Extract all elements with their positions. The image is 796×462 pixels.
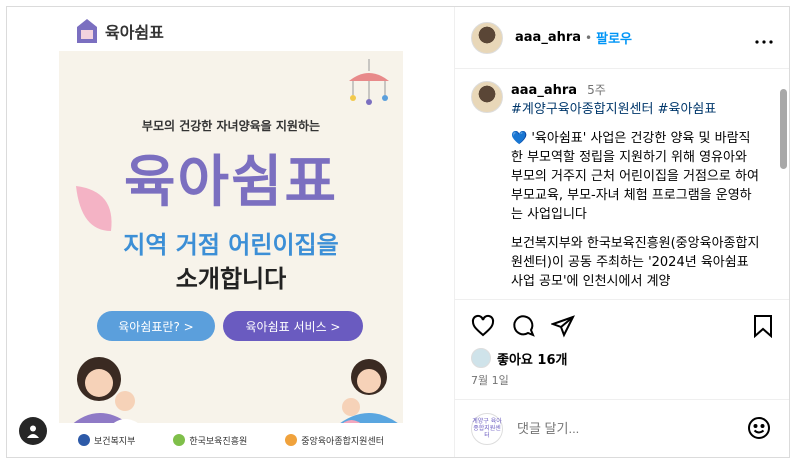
likes-summary[interactable]: 좋아요 16개 <box>471 348 567 368</box>
caption-username[interactable]: aaa_ahra <box>511 83 577 98</box>
caption-body: aaa_ahra 5주 #계양구육아종합지원센터 #육아쉼표 💙 '육아쉼표' … <box>511 81 761 291</box>
caption-hashtags[interactable]: #계양구육아종합지원센터 #육아쉼표 <box>511 100 761 119</box>
more-options-button[interactable] <box>755 29 773 48</box>
author-avatar[interactable] <box>471 21 503 54</box>
poster-headline: 지역 거점 어린이집을 <box>123 231 339 259</box>
brand-logo-icon <box>77 19 97 43</box>
liker-avatar <box>471 348 491 368</box>
more-icon <box>755 40 773 44</box>
poster-button-service: 육아쉼표 서비스 > <box>223 311 363 341</box>
comment-input[interactable] <box>517 421 717 436</box>
comments-area[interactable]: aaa_ahra 5주 #계양구육아종합지원센터 #육아쉼표 💙 '육아쉼표' … <box>455 69 789 299</box>
post-sidebar: aaa_ahra • 팔로우 aaa_ahra 5주 #계양구육아종합지원센터 … <box>454 7 789 457</box>
poster-footer: 보건복지부 한국보육진흥원 중앙육아종합지원센터 <box>59 423 403 457</box>
post-media[interactable]: 육아쉼표 부모의 건강한 자녀양육을 지원하는 육아쉼표 지역 거점 어린이집을… <box>7 7 454 457</box>
poster-headline-2: 소개합니다 <box>175 265 287 293</box>
tagged-user-button[interactable] <box>19 417 47 445</box>
caption-time[interactable]: 5주 <box>587 83 606 97</box>
comments-scrollbar[interactable] <box>780 89 787 169</box>
follow-button[interactable]: 팔로우 <box>596 28 632 47</box>
poster-title: 육아쉼표 <box>123 149 339 215</box>
media-brand: 육아쉼표 <box>75 17 164 45</box>
mobile-decoration-icon <box>349 59 389 105</box>
heart-icon[interactable] <box>471 314 495 338</box>
likes-count[interactable]: 좋아요 16개 <box>497 349 567 368</box>
footer-org-1: 보건복지부 <box>77 434 135 447</box>
commenter-avatar: 계양구 육아종합지원센터 <box>471 412 503 445</box>
bookmark-icon[interactable] <box>753 314 773 338</box>
post-header: aaa_ahra • 팔로우 <box>455 7 789 69</box>
brand-name: 육아쉼표 <box>105 23 164 42</box>
comment-composer: 계양구 육아종합지원센터 <box>455 399 789 457</box>
poster-button-about: 육아쉼표란? > <box>97 311 215 341</box>
poster-subtitle: 부모의 건강한 자녀양육을 지원하는 <box>141 119 321 133</box>
footer-org-3: 중앙육아종합지원센터 <box>285 434 384 447</box>
post-date[interactable]: 7월 1일 <box>471 372 509 388</box>
emoji-icon[interactable] <box>747 416 771 440</box>
caption-paragraph-2: 보건복지부와 한국보육진흥원(중앙육아종합지원센터)이 공동 주최하는 '202… <box>511 236 760 289</box>
caption-paragraph-1: 💙 '육아쉼표' 사업은 건강한 양육 및 바람직한 부모역할 정립을 지원하기… <box>511 131 759 222</box>
user-icon <box>27 425 39 438</box>
comment-icon[interactable] <box>511 314 535 338</box>
caption-avatar[interactable] <box>471 81 503 113</box>
share-icon[interactable] <box>551 314 575 338</box>
caption: aaa_ahra 5주 #계양구육아종합지원센터 #육아쉼표 💙 '육아쉼표' … <box>471 81 761 291</box>
separator-dot: • <box>585 30 593 45</box>
family-illustration-icon <box>69 357 403 427</box>
post-dialog: 육아쉼표 부모의 건강한 자녀양육을 지원하는 육아쉼표 지역 거점 어린이집을… <box>6 6 790 458</box>
author-username[interactable]: aaa_ahra <box>515 30 581 45</box>
footer-org-2: 한국보육진흥원 <box>173 434 247 447</box>
action-row <box>471 314 575 338</box>
poster-image: 부모의 건강한 자녀양육을 지원하는 육아쉼표 지역 거점 어린이집을 소개합니… <box>59 51 403 457</box>
